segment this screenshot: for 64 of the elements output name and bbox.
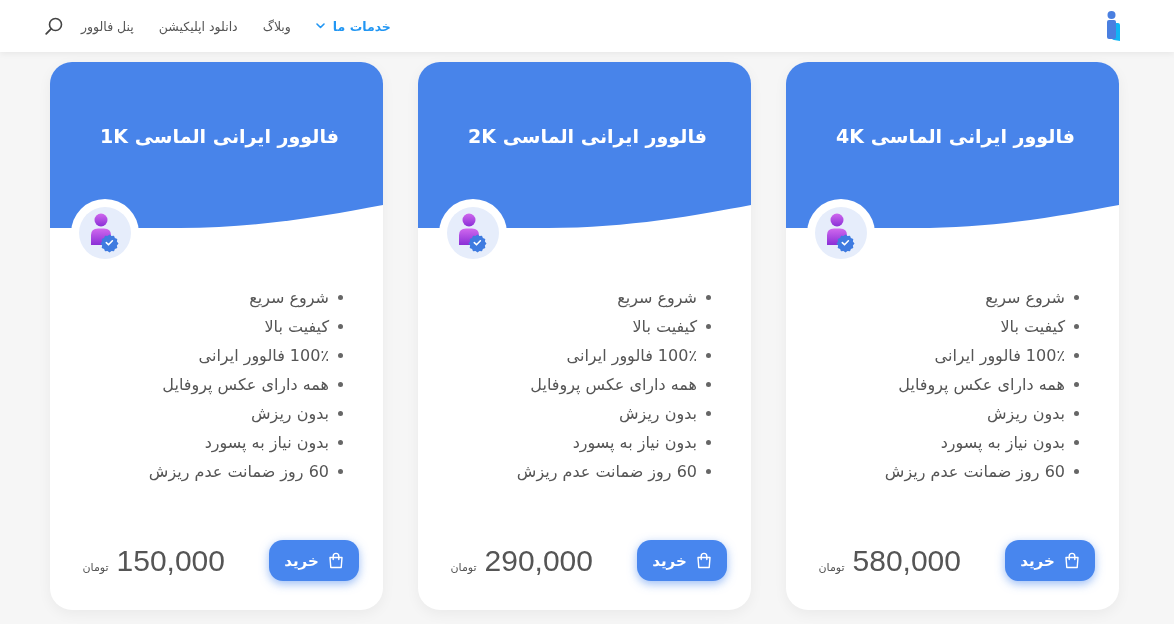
card-title: فالوور ایرانی الماسی 1K — [100, 124, 339, 149]
nav-link[interactable]: پنل فالوور — [81, 18, 134, 34]
price: 580,000 — [852, 543, 961, 578]
shopping-bag-icon — [1063, 552, 1080, 569]
nav-link[interactable]: خدمات ما — [315, 18, 391, 34]
feature-item: کیفیت بالا — [1000, 317, 1065, 336]
bullet-icon — [706, 295, 711, 300]
card-title: فالوور ایرانی الماسی 4K — [836, 124, 1075, 149]
buy-button[interactable]: خرید — [1005, 540, 1095, 581]
bullet-icon — [338, 469, 343, 474]
feature-item: همه دارای عکس پروفایل — [530, 375, 697, 394]
currency-label: تومان — [82, 560, 109, 574]
bullet-icon — [706, 324, 711, 329]
bullet-icon — [706, 411, 711, 416]
feature-item: بدون ریزش — [619, 404, 697, 423]
bullet-icon — [1074, 353, 1079, 358]
bullet-icon — [706, 440, 711, 445]
chevron-down-icon — [315, 23, 325, 29]
buy-button[interactable]: خرید — [637, 540, 727, 581]
feature-item: 60 روز ضمانت عدم ریزش — [884, 462, 1065, 481]
bullet-icon — [706, 382, 711, 387]
price: 150,000 — [116, 543, 225, 578]
feature-item: بدون نیاز به پسورد — [204, 433, 329, 452]
bullet-icon — [1074, 440, 1079, 445]
currency-label: تومان — [450, 560, 477, 574]
bullet-icon — [338, 324, 343, 329]
bullet-icon — [706, 469, 711, 474]
feature-item: شروع سریع — [249, 288, 329, 307]
bullet-icon — [338, 411, 343, 416]
feature-item: شروع سریع — [985, 288, 1065, 307]
bullet-icon — [1074, 411, 1079, 416]
logo-icon[interactable] — [1107, 11, 1120, 41]
bullet-icon — [338, 295, 343, 300]
feature-item: بدون ریزش — [251, 404, 329, 423]
buy-button[interactable]: خرید — [269, 540, 359, 581]
bullet-icon — [338, 353, 343, 358]
feature-item: 60 روز ضمانت عدم ریزش — [516, 462, 697, 481]
feature-item: 100٪ فالوور ایرانی — [198, 346, 329, 365]
bullet-icon — [338, 440, 343, 445]
feature-item: بدون ریزش — [987, 404, 1065, 423]
feature-item: 100٪ فالوور ایرانی — [566, 346, 697, 365]
feature-item: بدون نیاز به پسورد — [940, 433, 1065, 452]
shopping-bag-icon — [327, 552, 344, 569]
currency-label: تومان — [818, 560, 845, 574]
shopping-bag-icon — [695, 552, 712, 569]
bullet-icon — [1074, 469, 1079, 474]
bullet-icon — [1074, 324, 1079, 329]
feature-item: 60 روز ضمانت عدم ریزش — [148, 462, 329, 481]
feature-item: کیفیت بالا — [632, 317, 697, 336]
feature-item: 100٪ فالوور ایرانی — [934, 346, 1065, 365]
card-title: فالوور ایرانی الماسی 2K — [468, 124, 707, 149]
bullet-icon — [338, 382, 343, 387]
price: 290,000 — [484, 543, 593, 578]
nav-link[interactable]: دانلود اپلیکیشن — [158, 18, 238, 34]
feature-item: بدون نیاز به پسورد — [572, 433, 697, 452]
feature-item: همه دارای عکس پروفایل — [162, 375, 329, 394]
bullet-icon — [1074, 382, 1079, 387]
search-icon[interactable] — [45, 17, 63, 35]
bullet-icon — [706, 353, 711, 358]
bullet-icon — [1074, 295, 1079, 300]
feature-item: کیفیت بالا — [264, 317, 329, 336]
nav-link[interactable]: وبلاگ — [262, 18, 291, 34]
feature-item: همه دارای عکس پروفایل — [898, 375, 1065, 394]
feature-item: شروع سریع — [617, 288, 697, 307]
